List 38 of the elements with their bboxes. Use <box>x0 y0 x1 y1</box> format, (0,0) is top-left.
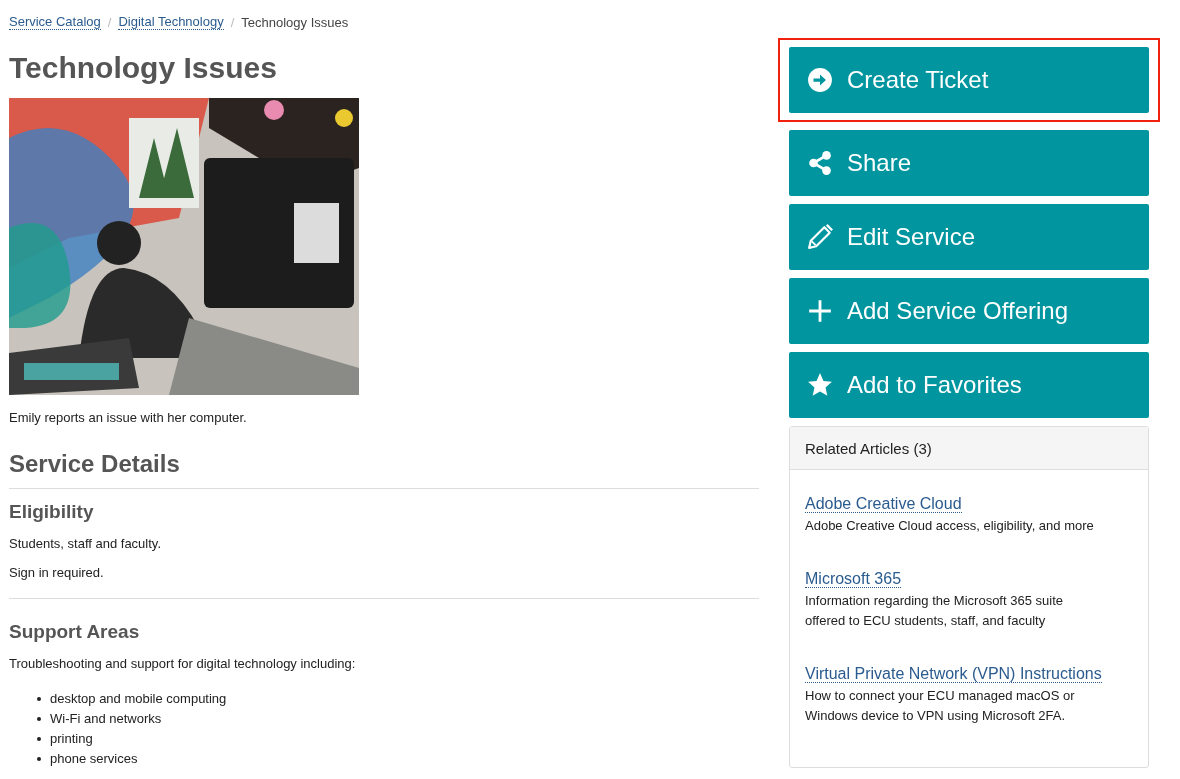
action-button[interactable]: Share <box>789 130 1149 196</box>
breadcrumb-separator: / <box>230 14 235 30</box>
bullet-dot <box>37 737 41 741</box>
share-icon <box>807 150 833 176</box>
page-title: Technology Issues <box>9 51 278 85</box>
bullet-dot <box>37 717 41 721</box>
pencil-icon <box>807 224 833 250</box>
panel-title: Related Articles (3) <box>790 427 1148 470</box>
list-item: phone services <box>50 750 138 768</box>
paragraph: Troubleshooting and support for digital technology including: <box>9 656 357 672</box>
article-summary: How to connect your ECU managed macOS or Windows device to VPN using Microsoft 2FA. <box>805 687 1076 725</box>
action-button[interactable]: Create Ticket <box>789 47 1149 113</box>
article-link[interactable]: Virtual Private Network (VPN) Instructions <box>805 665 1102 683</box>
section-heading: Service Details <box>9 450 759 489</box>
article-summary: Adobe Creative Cloud access, eligibility, and more <box>805 517 1095 535</box>
bullet-dot <box>37 697 41 701</box>
bullet-dot <box>37 757 41 761</box>
article-summary: Information regarding the Microsoft 365 suite offered to ECU students, staff, and faculty <box>805 592 1064 630</box>
image-caption: Emily reports an issue with her computer. <box>9 409 248 426</box>
list-item: printing <box>50 730 93 748</box>
subsection-heading: Eligibility <box>9 501 95 523</box>
action-button[interactable]: Add to Favorites <box>789 352 1149 418</box>
star-icon <box>807 372 833 398</box>
article-link[interactable]: Microsoft 365 <box>805 570 902 588</box>
breadcrumb-link[interactable]: Digital Technology <box>118 14 224 30</box>
article-link[interactable]: Adobe Creative Cloud <box>805 495 962 513</box>
action-button[interactable]: Edit Service <box>789 204 1149 270</box>
paragraph: Students, staff and faculty. <box>9 536 162 552</box>
subsection-heading: Support Areas <box>9 621 141 643</box>
list-item: Wi-Fi and networks <box>50 710 162 728</box>
breadcrumb-current: Technology Issues <box>241 14 349 30</box>
paragraph: Sign in required. <box>9 565 105 581</box>
list-item: desktop and mobile computing <box>50 690 227 708</box>
action-button[interactable]: Add Service Offering <box>789 278 1149 344</box>
breadcrumb-link[interactable]: Service Catalog <box>9 14 101 30</box>
arrow-circle-icon <box>807 67 833 93</box>
breadcrumb-separator: / <box>107 14 112 30</box>
plus-icon <box>807 298 833 324</box>
